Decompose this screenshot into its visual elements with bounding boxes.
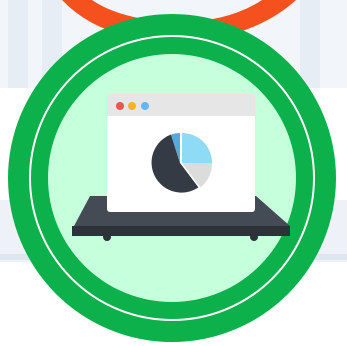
badge-illustration bbox=[8, 0, 336, 342]
window-dot-yellow bbox=[128, 102, 136, 110]
browser-window-icon bbox=[107, 94, 255, 212]
window-dot-blue bbox=[141, 102, 149, 110]
window-dot-red bbox=[116, 102, 124, 110]
